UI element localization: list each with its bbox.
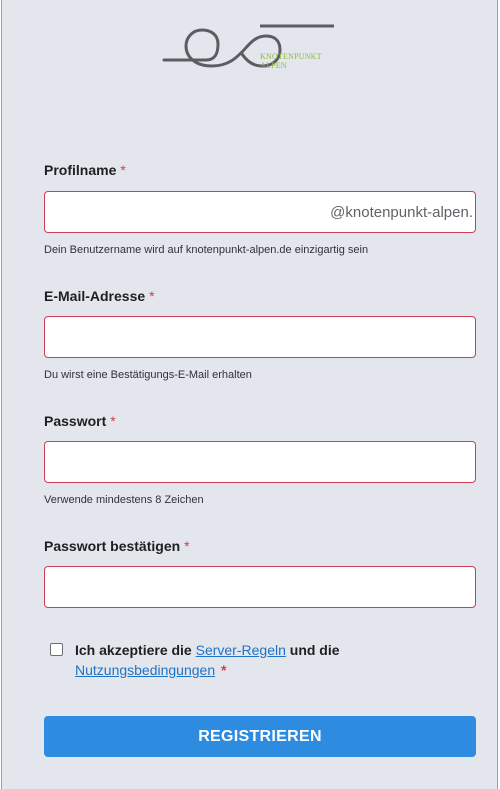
- profilname-input[interactable]: @knotenpunkt-alpen.: [44, 191, 476, 233]
- password-confirm-label: Passwort bestätigen *: [44, 538, 190, 554]
- password-confirm-input[interactable]: [44, 566, 476, 608]
- terms-checkbox[interactable]: [50, 643, 63, 656]
- email-help-text: Du wirst eine Bestätigungs-E-Mail erhalt…: [44, 369, 252, 381]
- register-button[interactable]: REGISTRIEREN: [44, 716, 476, 757]
- registration-panel: KNOTENPUNKT ALPEN Profilname * @knotenpun…: [1, 0, 498, 789]
- profilname-help-text: Dein Benutzername wird auf knotenpunkt-a…: [44, 244, 369, 256]
- terms-text-middle: und die: [289, 642, 340, 658]
- profilname-label-text: Profilname: [44, 162, 117, 178]
- required-asterisk: *: [120, 162, 126, 178]
- profilname-domain-suffix: @knotenpunkt-alpen.: [330, 204, 473, 221]
- required-asterisk: *: [149, 288, 155, 304]
- terms-text-before: Ich akzeptiere die: [75, 642, 192, 658]
- password-label: Passwort *: [44, 413, 116, 429]
- password-input[interactable]: [44, 441, 476, 483]
- email-label: E-Mail-Adresse *: [44, 288, 155, 304]
- terms-of-use-link[interactable]: Nutzungsbedingungen: [75, 662, 215, 678]
- password-label-text: Passwort: [44, 413, 107, 429]
- required-asterisk: *: [110, 413, 116, 429]
- brand-line-2: ALPEN: [260, 61, 287, 70]
- required-asterisk: *: [184, 538, 190, 554]
- server-rules-link[interactable]: Server-Regeln: [196, 642, 286, 658]
- brand-wordmark: KNOTENPUNKT ALPEN: [260, 52, 322, 70]
- email-label-text: E-Mail-Adresse: [44, 288, 146, 304]
- email-input[interactable]: [44, 316, 476, 358]
- terms-text: Ich akzeptiere die Server-Regeln und die…: [75, 640, 435, 680]
- required-asterisk: *: [221, 662, 227, 678]
- password-confirm-label-text: Passwort bestätigen: [44, 538, 181, 554]
- brand-line-1: KNOTENPUNKT: [260, 52, 322, 61]
- knot-logo-icon: [162, 24, 334, 68]
- password-help-text: Verwende mindestens 8 Zeichen: [44, 494, 204, 506]
- profilname-label: Profilname *: [44, 162, 126, 178]
